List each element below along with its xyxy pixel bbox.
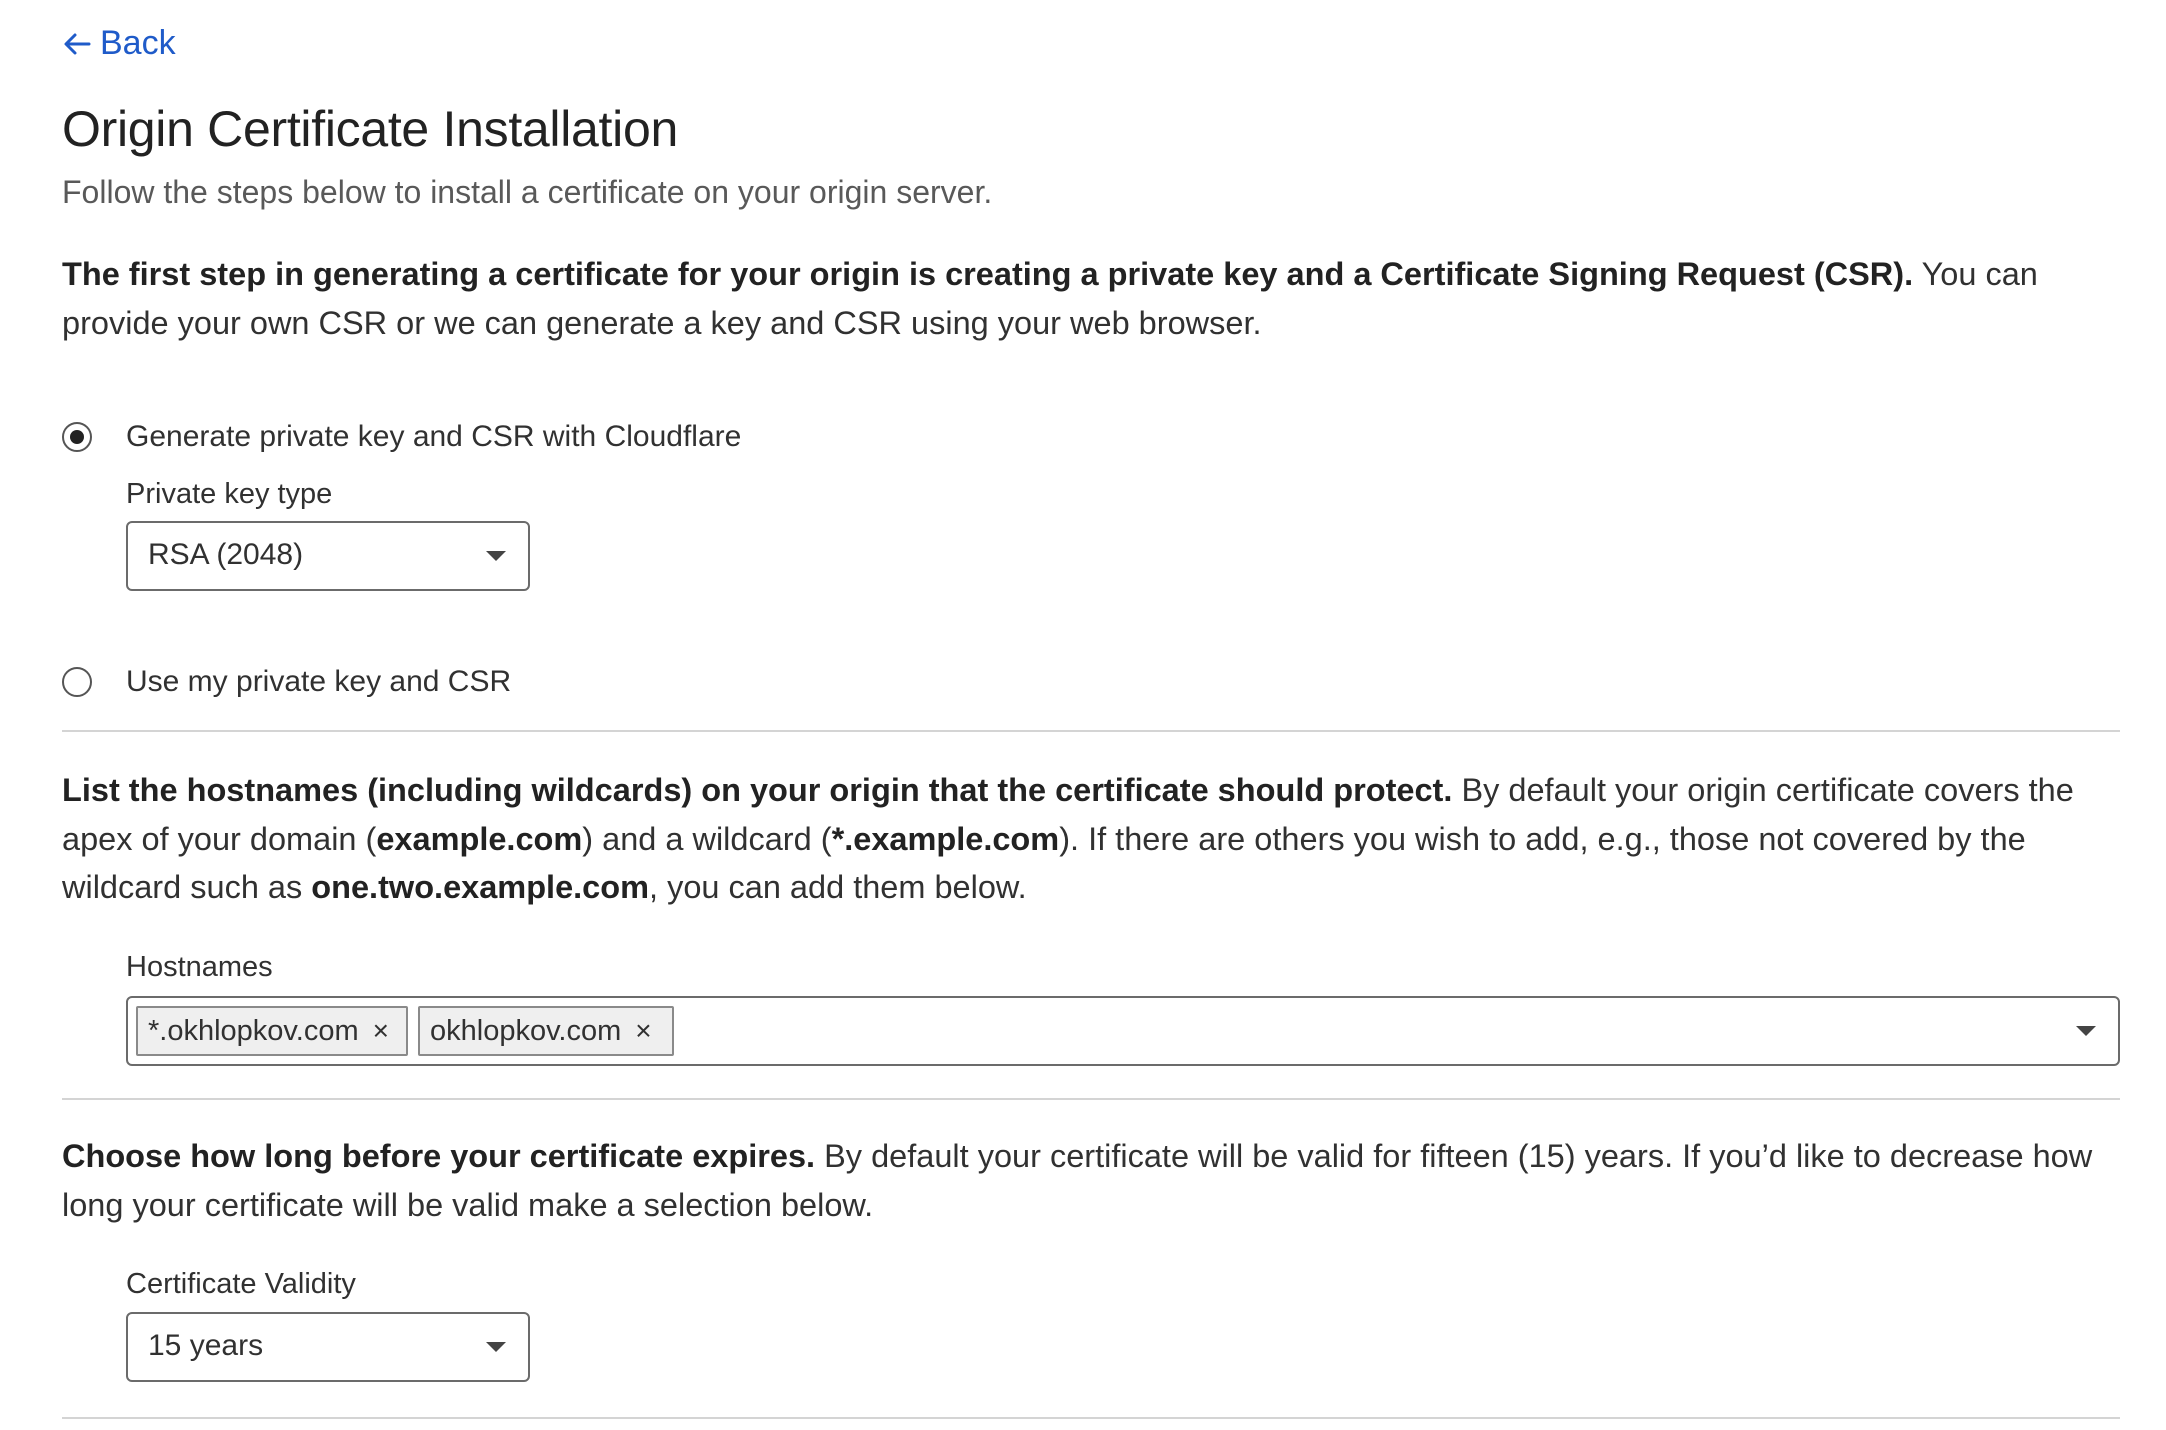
private-key-type-value: RSA (2048) bbox=[148, 538, 304, 571]
section-divider bbox=[62, 1417, 2120, 1419]
validity-intro: Choose how long before your certificate … bbox=[62, 1132, 2120, 1229]
back-link[interactable]: Back bbox=[62, 24, 176, 63]
hostname-chip-label: okhlopkov.com bbox=[430, 1014, 622, 1047]
radio-button-unselected[interactable] bbox=[62, 667, 92, 697]
private-key-type-label: Private key type bbox=[126, 478, 333, 510]
section-divider bbox=[62, 1098, 2120, 1100]
private-key-intro: The first step in generating a certifica… bbox=[62, 250, 2120, 347]
hostname-chip-label: *.okhlopkov.com bbox=[148, 1014, 359, 1047]
hostname-chip: *.okhlopkov.com × bbox=[136, 1006, 408, 1056]
wildcard-example: *.example.com bbox=[831, 820, 1060, 857]
private-key-intro-bold: The first step in generating a certifica… bbox=[62, 256, 1914, 292]
certificate-validity-label: Certificate Validity bbox=[126, 1268, 356, 1300]
close-icon[interactable]: × bbox=[635, 1015, 651, 1047]
radio-own-key-label[interactable]: Use my private key and CSR bbox=[126, 665, 511, 699]
page-subtitle: Follow the steps below to install a cert… bbox=[62, 174, 993, 210]
certificate-validity-value: 15 years bbox=[148, 1329, 264, 1362]
caret-down-icon bbox=[486, 1342, 506, 1352]
back-label[interactable]: Back bbox=[100, 24, 176, 63]
section-divider bbox=[62, 730, 2120, 732]
certificate-validity-select[interactable]: 15 years bbox=[126, 1312, 530, 1382]
subdomain-example: one.two.example.com bbox=[311, 869, 650, 905]
radio-generate-with-cloudflare[interactable]: Generate private key and CSR with Cloudf… bbox=[62, 420, 741, 454]
page-title: Origin Certificate Installation bbox=[62, 101, 678, 157]
radio-generate-label[interactable]: Generate private key and CSR with Cloudf… bbox=[126, 420, 741, 454]
apex-example: example.com bbox=[376, 820, 583, 857]
caret-down-icon bbox=[486, 551, 506, 561]
close-icon[interactable]: × bbox=[373, 1015, 389, 1047]
hostnames-intro-part4: , you can add them below. bbox=[649, 869, 1027, 905]
hostname-chip: okhlopkov.com × bbox=[418, 1006, 674, 1056]
caret-down-icon[interactable] bbox=[2076, 1026, 2096, 1036]
hostnames-intro-part2: ) and a wildcard ( bbox=[582, 820, 832, 857]
hostnames-intro-bold: List the hostnames (including wildcards)… bbox=[62, 772, 1453, 808]
validity-intro-bold: Choose how long before your certificate … bbox=[62, 1138, 816, 1174]
hostnames-label: Hostnames bbox=[126, 951, 273, 983]
arrow-left-icon bbox=[64, 33, 91, 54]
hostnames-intro: List the hostnames (including wildcards)… bbox=[62, 766, 2120, 912]
private-key-type-select[interactable]: RSA (2048) bbox=[126, 521, 530, 591]
radio-button-selected[interactable] bbox=[62, 422, 92, 452]
hostnames-multiselect[interactable]: *.okhlopkov.com × okhlopkov.com × bbox=[126, 996, 2120, 1066]
radio-use-own-key[interactable]: Use my private key and CSR bbox=[62, 665, 511, 699]
